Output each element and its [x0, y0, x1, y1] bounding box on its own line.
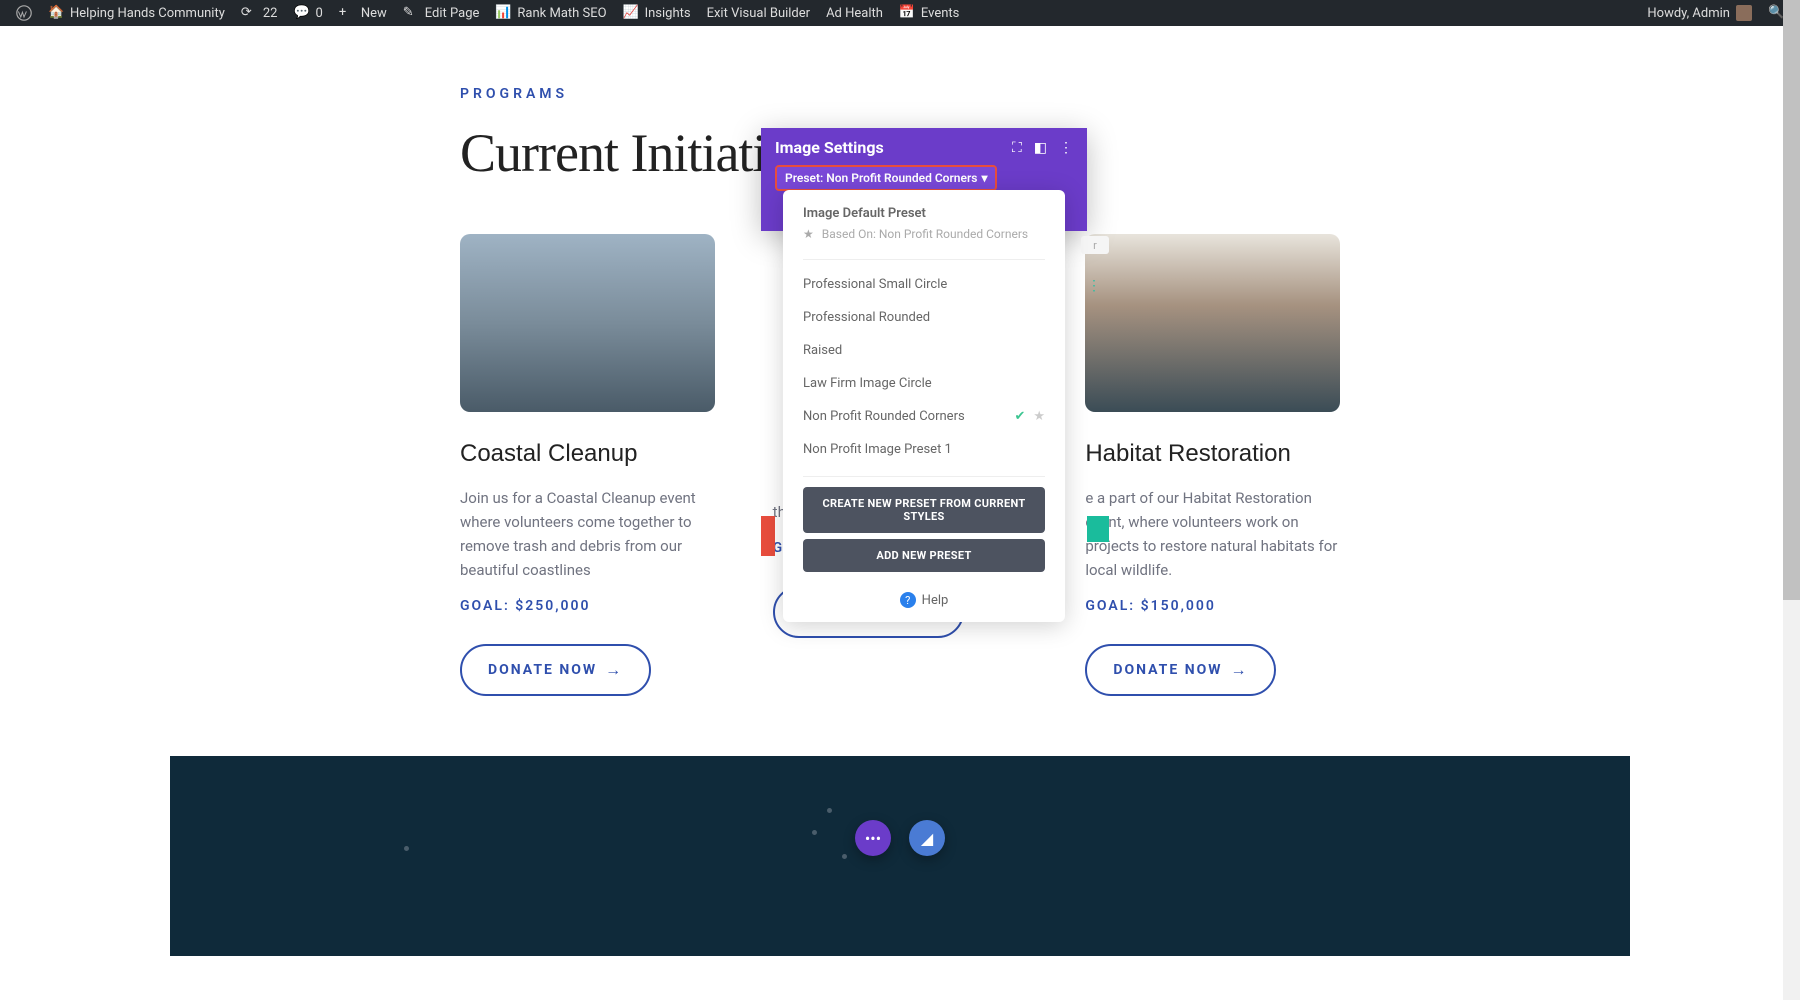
rank-math-link[interactable]: 📊Rank Math SEO [487, 0, 614, 26]
card-goal: GOAL: $250,000 [460, 598, 715, 614]
card-description: Join us for a Coastal Cleanup event wher… [460, 486, 715, 582]
preset-item[interactable]: Professional Small Circle [783, 268, 1065, 301]
star-icon[interactable]: ★ [1033, 409, 1045, 424]
module-handle-teal[interactable] [1087, 516, 1109, 542]
eyebrow: PROGRAMS [460, 86, 1340, 102]
star-icon: ★ [803, 227, 814, 241]
arrow-icon: → [1230, 660, 1248, 680]
updates-count: 22 [263, 6, 278, 21]
modal-strip: r [1081, 236, 1109, 254]
card-description: e a part of our Habitat Restoration even… [1085, 486, 1340, 582]
modal-title: Image Settings [775, 138, 884, 157]
events-link[interactable]: 📅Events [891, 0, 967, 26]
builder-action-fab[interactable]: ◢ [909, 820, 945, 856]
module-hover-dots[interactable]: ⋮ [1087, 278, 1109, 296]
preset-item[interactable]: Non Profit Image Preset 1 [783, 433, 1065, 466]
comments-count: 0 [316, 6, 323, 21]
expand-icon[interactable]: ⛶ [1012, 140, 1022, 156]
donate-button[interactable]: DONATE NOW→ [460, 644, 651, 696]
builder-menu-fab[interactable]: ••• [855, 820, 891, 856]
edit-page-link[interactable]: ✎Edit Page [395, 0, 488, 26]
scrollbar[interactable] [1783, 0, 1800, 1000]
site-name-link[interactable]: 🏠Helping Hands Community [40, 0, 233, 26]
new-link[interactable]: +New [331, 0, 395, 26]
wp-logo[interactable] [8, 0, 40, 26]
preset-selector[interactable]: Preset: Non Profit Rounded Corners ▾ [775, 165, 997, 191]
snap-icon[interactable]: ◧ [1034, 140, 1047, 156]
card-title: Habitat Restoration [1085, 440, 1340, 468]
module-handle-red[interactable] [761, 516, 775, 556]
check-icon: ✔ [1014, 409, 1025, 424]
card-coastal-cleanup: Coastal Cleanup Join us for a Coastal Cl… [460, 234, 715, 696]
chevron-down-icon: ▾ [981, 171, 987, 185]
image-settings-modal: Image Settings ⛶ ◧ ⋮ Preset: Non Profit … [761, 128, 1087, 231]
help-icon: ? [900, 592, 916, 608]
preset-item[interactable]: Raised [783, 334, 1065, 367]
preset-item[interactable]: Law Firm Image Circle [783, 367, 1065, 400]
wp-admin-bar: 🏠Helping Hands Community ⟳22 💬0 +New ✎Ed… [0, 0, 1800, 26]
card-title: Coastal Cleanup [460, 440, 715, 468]
ad-health-link[interactable]: Ad Health [818, 0, 891, 26]
howdy-link[interactable]: Howdy, Admin [1639, 0, 1760, 26]
preset-item[interactable]: Professional Rounded [783, 301, 1065, 334]
default-preset-item[interactable]: Image Default Preset [803, 206, 1045, 221]
card-image[interactable] [1085, 234, 1340, 412]
arrow-icon: → [605, 660, 623, 680]
card-goal: GOAL: $150,000 [1085, 598, 1340, 614]
preset-item[interactable]: Non Profit Rounded Corners✔★ [783, 400, 1065, 433]
comments-link[interactable]: 💬0 [286, 0, 331, 26]
preset-dropdown: Image Default Preset ★Based On: Non Prof… [783, 190, 1065, 622]
scroll-thumb[interactable] [1783, 0, 1800, 600]
site-name: Helping Hands Community [70, 6, 225, 21]
exit-visual-builder[interactable]: Exit Visual Builder [699, 0, 818, 26]
card-habitat-restoration: Habitat Restoration e a part of our Habi… [1085, 234, 1340, 696]
avatar [1736, 5, 1752, 21]
more-icon[interactable]: ⋮ [1059, 140, 1073, 156]
add-preset-button[interactable]: ADD NEW PRESET [803, 539, 1045, 572]
card-image[interactable] [460, 234, 715, 412]
based-on-label: ★Based On: Non Profit Rounded Corners [803, 227, 1045, 241]
help-link[interactable]: ?Help [783, 578, 1065, 622]
create-preset-button[interactable]: CREATE NEW PRESET FROM CURRENT STYLES [803, 487, 1045, 533]
insights-link[interactable]: 📈Insights [615, 0, 699, 26]
donate-button[interactable]: DONATE NOW→ [1085, 644, 1276, 696]
footer-section: ••• ◢ [170, 756, 1630, 956]
updates-link[interactable]: ⟳22 [233, 0, 286, 26]
